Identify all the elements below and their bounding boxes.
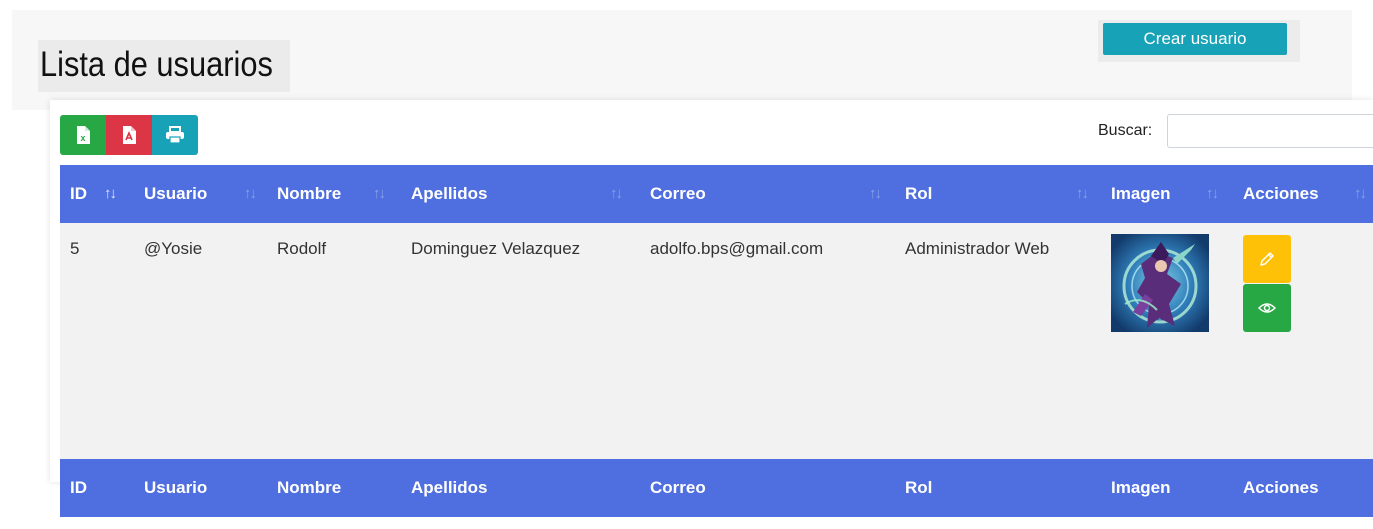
column-header-usuario[interactable]: Usuario <box>144 165 207 223</box>
footer-id: ID <box>70 478 87 497</box>
footer-usuario: Usuario <box>144 478 208 497</box>
search-input[interactable] <box>1167 114 1373 148</box>
svg-text:x: x <box>80 133 85 143</box>
print-icon <box>166 126 184 144</box>
table-footer: ID Usuario Nombre Apellidos Correo Rol I… <box>60 459 1373 517</box>
footer-apellidos: Apellidos <box>411 478 488 497</box>
table-row: 5 @Yosie Rodolf Dominguez Velazquez adol… <box>60 223 1373 459</box>
table-header: ID ↑↓ Usuario ↑↓ Nombre ↑↓ Apellidos ↑↓ … <box>60 165 1373 223</box>
footer-imagen: Imagen <box>1111 478 1171 497</box>
cell-correo: adolfo.bps@gmail.com <box>650 239 824 258</box>
print-button[interactable] <box>152 115 198 155</box>
sort-icon[interactable]: ↑↓ <box>610 165 623 223</box>
sort-icon[interactable]: ↑↓ <box>1076 165 1089 223</box>
export-buttons: x <box>60 115 198 155</box>
footer-acciones: Acciones <box>1243 478 1319 497</box>
cell-nombre: Rodolf <box>277 239 327 258</box>
edit-user-button[interactable] <box>1243 235 1291 283</box>
column-header-imagen[interactable]: Imagen <box>1111 165 1171 223</box>
sort-asc-icon[interactable]: ↑↓ <box>104 165 117 223</box>
column-header-apellidos[interactable]: Apellidos <box>411 165 488 223</box>
column-header-correo[interactable]: Correo <box>650 165 706 223</box>
view-user-button[interactable] <box>1243 284 1291 332</box>
sort-icon[interactable]: ↑↓ <box>244 165 257 223</box>
sort-icon[interactable]: ↑↓ <box>373 165 386 223</box>
sort-icon[interactable]: ↑↓ <box>1354 165 1367 223</box>
cell-apellidos: Dominguez Velazquez <box>411 239 581 258</box>
footer-nombre: Nombre <box>277 478 342 497</box>
sort-icon[interactable]: ↑↓ <box>869 165 882 223</box>
footer-rol: Rol <box>905 478 933 497</box>
cell-id: 5 <box>70 239 80 258</box>
create-user-button[interactable]: Crear usuario <box>1103 23 1287 55</box>
cell-usuario: @Yosie <box>144 239 203 258</box>
column-header-nombre[interactable]: Nombre <box>277 165 341 223</box>
file-excel-icon: x <box>77 126 90 144</box>
search-label: Buscar: <box>1098 122 1153 139</box>
export-pdf-button[interactable] <box>106 115 152 155</box>
user-avatar-image <box>1111 234 1209 332</box>
footer-correo: Correo <box>650 478 706 497</box>
eye-icon <box>1258 303 1276 313</box>
file-pdf-icon <box>123 126 136 144</box>
cell-rol: Administrador Web <box>905 239 1050 258</box>
sort-icon[interactable]: ↑↓ <box>1206 165 1219 223</box>
column-header-id[interactable]: ID <box>70 165 87 223</box>
column-header-acciones[interactable]: Acciones <box>1243 165 1319 223</box>
pencil-icon <box>1260 252 1274 266</box>
export-excel-button[interactable]: x <box>60 115 106 155</box>
column-header-rol[interactable]: Rol <box>905 165 932 223</box>
page-title: Lista de usuarios <box>40 45 273 84</box>
